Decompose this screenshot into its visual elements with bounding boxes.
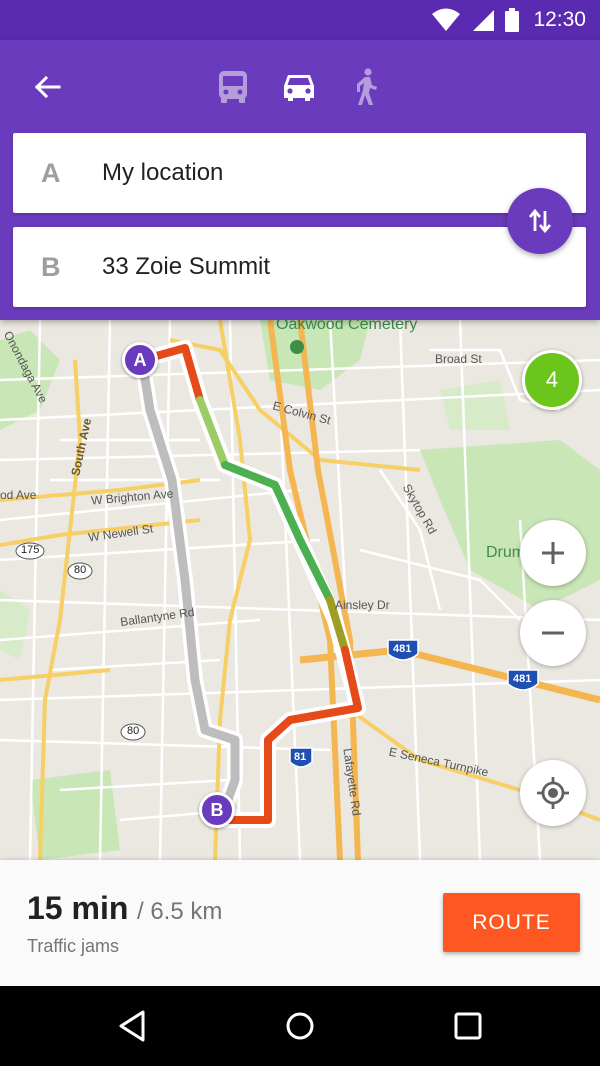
map-label-cemetery: Oakwood Cemetery [276,320,418,333]
status-time: 12:30 [533,8,586,31]
status-bar: 12:30 [0,0,600,40]
plus-icon [542,542,564,564]
mode-bus-button[interactable] [212,66,254,108]
battery-icon [505,8,520,32]
route-summary-panel: 15 min / 6.5 km Traffic jams ROUTE [0,860,600,986]
zoom-in-button[interactable] [520,520,586,586]
map-view[interactable]: Oakwood Cemetery Broad St E Colvin St W … [0,320,600,860]
mode-walk-button[interactable] [345,66,387,108]
nav-back-button[interactable] [112,1006,152,1046]
destination-field[interactable]: B 33 Zoie Summit [13,227,586,307]
zoom-out-button[interactable] [520,600,586,666]
route-button[interactable]: ROUTE [443,893,580,952]
wifi-icon [432,8,461,31]
my-location-button[interactable] [520,760,586,826]
arrow-back-icon [34,75,61,99]
route-175-label: 175 [21,544,40,556]
bus-icon [219,71,247,103]
route-80-label: 80 [74,564,87,576]
route-duration: 15 min [27,890,129,926]
circle-home-icon [286,1012,314,1040]
nav-home-button[interactable] [280,1006,320,1046]
route-481-label-east: 481 [513,673,532,685]
map-label-ainsley: Ainsley Dr [335,598,390,612]
swap-vert-icon [528,208,552,234]
route-distance: / 6.5 km [137,898,223,925]
route-481-label: 481 [393,643,412,655]
triangle-back-icon [119,1010,145,1042]
origin-value[interactable]: My location [102,133,223,213]
walk-icon [357,68,377,105]
mode-car-button[interactable] [278,66,320,108]
swap-button[interactable] [507,188,573,254]
signal-icon [473,10,495,31]
map-label-wood-ave: od Ave [0,488,37,502]
end-marker[interactable]: B [199,792,235,828]
destination-value[interactable]: 33 Zoie Summit [102,227,270,307]
route-81-label: 81 [294,751,307,763]
back-button[interactable] [22,67,72,107]
status-icons: 12:30 [431,0,586,40]
minus-icon [542,631,564,635]
square-recents-icon [454,1012,482,1040]
route-80-label-south: 80 [127,725,140,737]
traffic-status: Traffic jams [27,936,120,956]
cluster-badge[interactable]: 4 [522,350,582,410]
my-location-icon [537,777,569,809]
map-label-broad-st: Broad St [435,352,482,366]
car-icon [284,75,314,101]
origin-letter: A [41,158,61,188]
system-nav-bar [0,986,600,1066]
route-toolbar: A My location B 33 Zoie Summit [0,40,600,320]
origin-field[interactable]: A My location [13,133,586,213]
nav-recents-button[interactable] [448,1006,488,1046]
map-canvas [0,320,600,860]
start-marker[interactable]: A [122,342,158,378]
destination-letter: B [41,252,61,282]
